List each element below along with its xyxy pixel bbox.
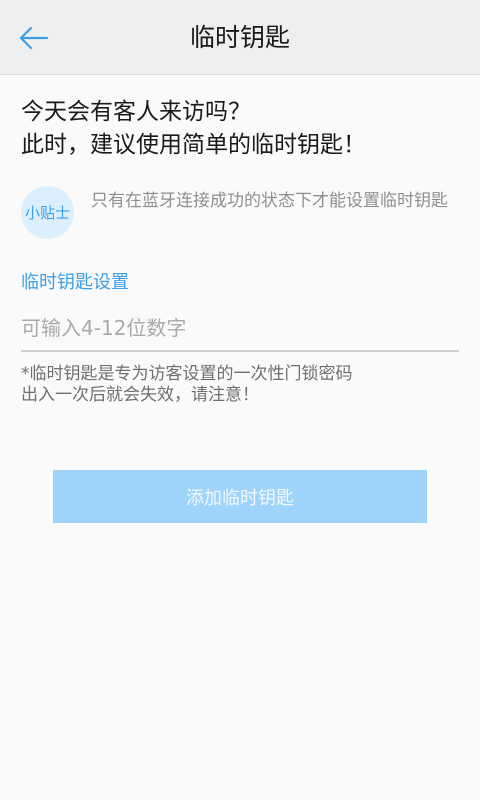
note-line-2: 出入一次后就会失效，请注意！	[21, 385, 259, 405]
page-title: 临时钥匙	[189, 23, 290, 52]
key-settings-label: 临时钥匙设置	[21, 272, 129, 293]
usage-note: *临时钥匙是专为访客设置的一次性门锁密码 出入一次后就会失效，请注意！	[21, 364, 461, 406]
intro-line-1: 今天会有客人来访吗？	[21, 99, 251, 125]
intro-line-2: 此时，建议使用简单的临时钥匙！	[21, 132, 366, 158]
app-header: 临时钥匙	[0, 0, 480, 75]
add-temp-key-button[interactable]: 添加临时钥匙	[53, 470, 427, 523]
back-button[interactable]	[14, 20, 54, 56]
temp-key-input[interactable]	[21, 306, 459, 352]
note-line-1: *临时钥匙是专为访客设置的一次性门锁密码	[21, 364, 353, 384]
tip-badge: 小贴士	[21, 186, 74, 239]
tip-text: 只有在蓝牙连接成功的状态下才能设置临时钥匙	[91, 191, 448, 211]
arrow-left-icon	[19, 26, 49, 50]
intro-text: 今天会有客人来访吗？ 此时，建议使用简单的临时钥匙！	[21, 96, 461, 162]
